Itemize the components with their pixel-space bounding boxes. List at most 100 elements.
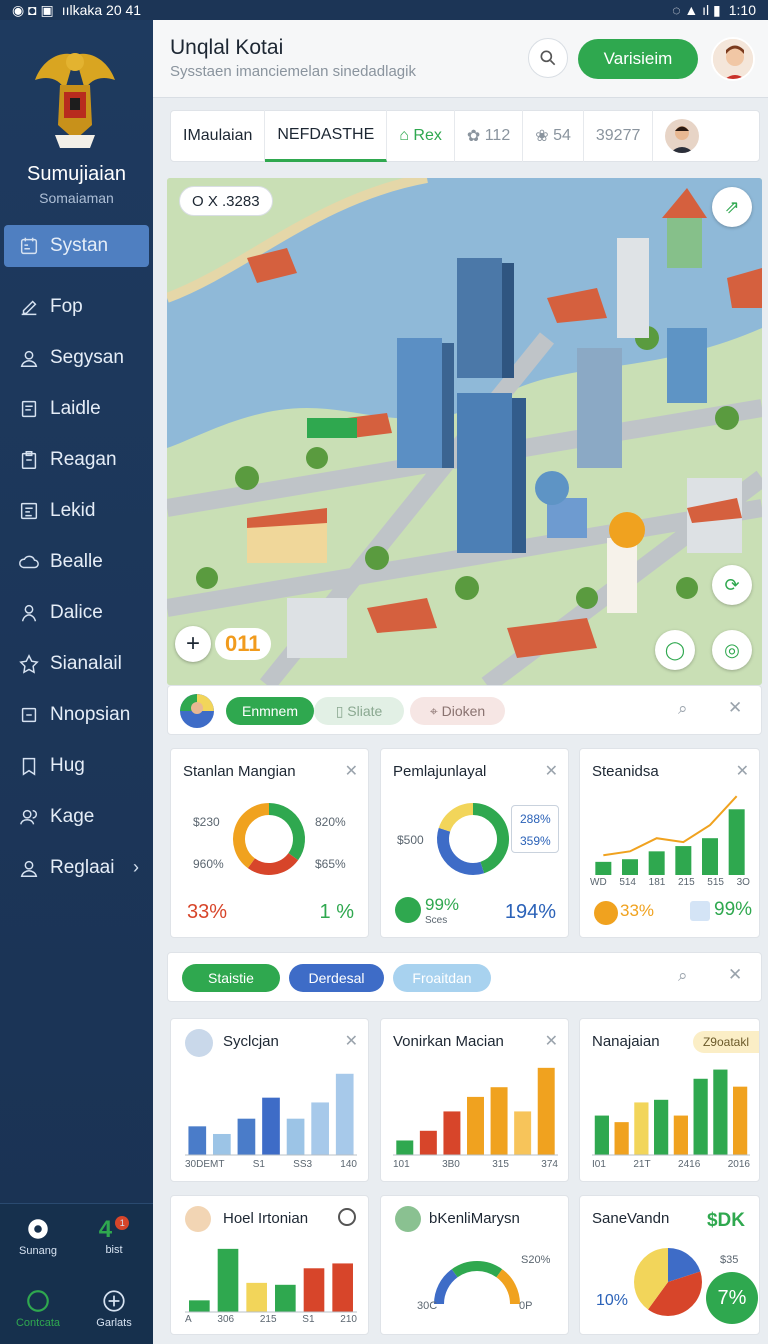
card-title: Steanidsa: [592, 763, 659, 780]
bar: [622, 859, 638, 875]
sidebar-item-bealle[interactable]: Bealle: [4, 536, 149, 587]
filter-chip-3[interactable]: Froaitdan: [393, 964, 491, 992]
search-button[interactable]: [528, 38, 568, 78]
notification-badge: 1: [115, 1216, 130, 1230]
stat-card-3[interactable]: Steanidsa ✕ WD 514 181 215 515 3O 33% 99%: [579, 748, 760, 938]
plus-circle-icon: [103, 1290, 125, 1312]
notification-label: bist: [105, 1244, 123, 1256]
filter-chip-1[interactable]: Enmnem: [226, 697, 314, 725]
chip-label: Sliate: [347, 703, 383, 719]
stat-card-2[interactable]: Pemlajunlayal ✕ $500 288% 359% 99% Sces …: [380, 748, 569, 938]
bookmark-icon: [22, 757, 36, 776]
chat-icon: ◯: [664, 639, 686, 660]
close-icon[interactable]: ✕: [545, 761, 558, 781]
close-icon[interactable]: ✕: [736, 761, 749, 781]
square-icon: [21, 707, 37, 722]
document-icon: [21, 400, 37, 417]
tab-rex[interactable]: ⌂ Rex: [387, 110, 455, 162]
settings-button[interactable]: Sunang: [0, 1216, 76, 1257]
map-location-button[interactable]: ◎: [712, 630, 752, 670]
bar: [419, 1130, 437, 1155]
bar: [733, 1086, 748, 1155]
tab-nefdasthe[interactable]: NEFDASTHE: [265, 110, 388, 162]
sidebar-item-segysan[interactable]: Segysan: [4, 332, 149, 383]
location-icon: ◎: [724, 639, 740, 660]
legend-box: 288% 359%: [511, 805, 559, 853]
tab-112[interactable]: ✿ 112: [455, 110, 524, 162]
bar: [246, 1282, 267, 1312]
sidebar-item-kage[interactable]: Kage: [4, 791, 149, 842]
filter-avatar[interactable]: [180, 694, 214, 728]
bar: [262, 1097, 280, 1155]
search-small-icon[interactable]: ⌕: [678, 699, 688, 719]
card-value: $DK: [706, 1210, 745, 1231]
tab-avatar[interactable]: [665, 119, 700, 153]
sidebar-item-dalice[interactable]: Dalice: [4, 587, 149, 638]
gauge-segment: [434, 1269, 458, 1305]
card-avatar: [594, 901, 618, 925]
garuda-emblem-logo: [35, 53, 115, 148]
tab-39277[interactable]: 39277: [584, 110, 654, 162]
tick-label: WD: [590, 877, 607, 888]
donut-segment: [233, 803, 270, 869]
card-title: SaneVandn: [592, 1210, 670, 1227]
close-icon[interactable]: ✕: [545, 1031, 558, 1051]
sidebar-item-nnopsian[interactable]: Nnopsian: [4, 689, 149, 740]
card-title: Nanajaian: [592, 1033, 660, 1050]
sidebar-item-lekid[interactable]: Lekid: [4, 485, 149, 536]
tab-54[interactable]: ❀ 54: [523, 110, 584, 162]
filter-chip-2[interactable]: ▯ Sliate: [314, 697, 404, 725]
contacts-button[interactable]: Contcata: [0, 1288, 76, 1329]
bar-card-3[interactable]: Nanajaian Z9oatakl I01 21T 2416 2016: [579, 1018, 760, 1182]
close-icon[interactable]: ✕: [728, 698, 742, 718]
brand-subtitle: Somaiaman: [39, 190, 114, 206]
stat-card-1[interactable]: Stanlan Mangian ✕ $230 820% 960% $65% 33…: [170, 748, 369, 938]
bar-chart: [592, 1069, 750, 1156]
map-chat-button[interactable]: ◯: [655, 630, 695, 670]
pie-card[interactable]: SaneVandn $DK 10% $35 7%: [579, 1195, 760, 1335]
donut-segment: [437, 827, 485, 875]
close-icon[interactable]: ✕: [728, 965, 742, 985]
add-button[interactable]: Garlats: [76, 1288, 152, 1329]
notification-count: 4: [98, 1216, 113, 1243]
filter-chip-3[interactable]: ⌖ Dioken: [410, 697, 505, 725]
gauge-card[interactable]: bKenliMarysn 30C 0P S20%: [380, 1195, 569, 1335]
tick-label: 3O: [736, 877, 750, 888]
filter-chip-2[interactable]: Derdesal: [289, 964, 384, 992]
wifi-icon: ◌ ▲ ıl ▮: [672, 1, 721, 18]
filter-chip-1[interactable]: Staistie: [182, 964, 280, 992]
x-axis-ticks: 101 3B0 315 374: [393, 1159, 558, 1173]
sidebar-item-sianalail[interactable]: Sianalail: [4, 638, 149, 689]
tab-imaulaian[interactable]: IMaulaian: [171, 110, 266, 162]
map-layers-button[interactable]: ⟳: [712, 565, 752, 605]
sidebar-item-systan[interactable]: Systan: [4, 225, 149, 267]
notifications-button[interactable]: 4 1 bist: [76, 1216, 152, 1256]
bar-card-4[interactable]: Hoel Irtonian A 306 215 S1 210: [170, 1195, 369, 1335]
sidebar-item-laidle[interactable]: Laidle: [4, 383, 149, 434]
header: Unqlal Kotai Sysstaen imanciemelan sined…: [153, 20, 768, 98]
tick-label: 181: [648, 877, 666, 888]
bar-line-chart: [595, 795, 745, 875]
user-avatar[interactable]: [711, 37, 755, 81]
donut-segment: [472, 803, 509, 874]
map-expand-button[interactable]: ⇗: [712, 187, 752, 227]
avatar-image: [670, 126, 695, 153]
city-map[interactable]: O X .3283 ⇗ ⟳ ◯ ◎ + 011: [167, 178, 762, 685]
bar: [537, 1067, 555, 1155]
close-icon[interactable]: ✕: [345, 761, 358, 781]
primary-action-button[interactable]: Varisieim: [578, 39, 698, 79]
bar-chart: [185, 1073, 357, 1156]
close-icon[interactable]: ✕: [345, 1031, 358, 1051]
contacts-label: Contcata: [15, 1317, 61, 1329]
bar-card-1[interactable]: Syclcjan ✕ 30DEMT S1 SS3 140: [170, 1018, 369, 1182]
radio-button[interactable]: [338, 1208, 356, 1226]
sidebar-item-reagan[interactable]: Reagan: [4, 434, 149, 485]
sidebar-item-reglaai[interactable]: Reglaai ›: [4, 842, 149, 893]
card-avatar: [395, 1206, 421, 1232]
bar-card-2[interactable]: Vonirkan Macian ✕ 101 3B0 315 374: [380, 1018, 569, 1182]
search-small-icon[interactable]: ⌕: [678, 966, 688, 986]
sidebar-item-fop[interactable]: Fop: [4, 281, 149, 332]
sidebar-item-hug[interactable]: Hug: [4, 740, 149, 791]
zoom-in-button[interactable]: +: [175, 626, 211, 662]
account-icon: [20, 860, 38, 877]
